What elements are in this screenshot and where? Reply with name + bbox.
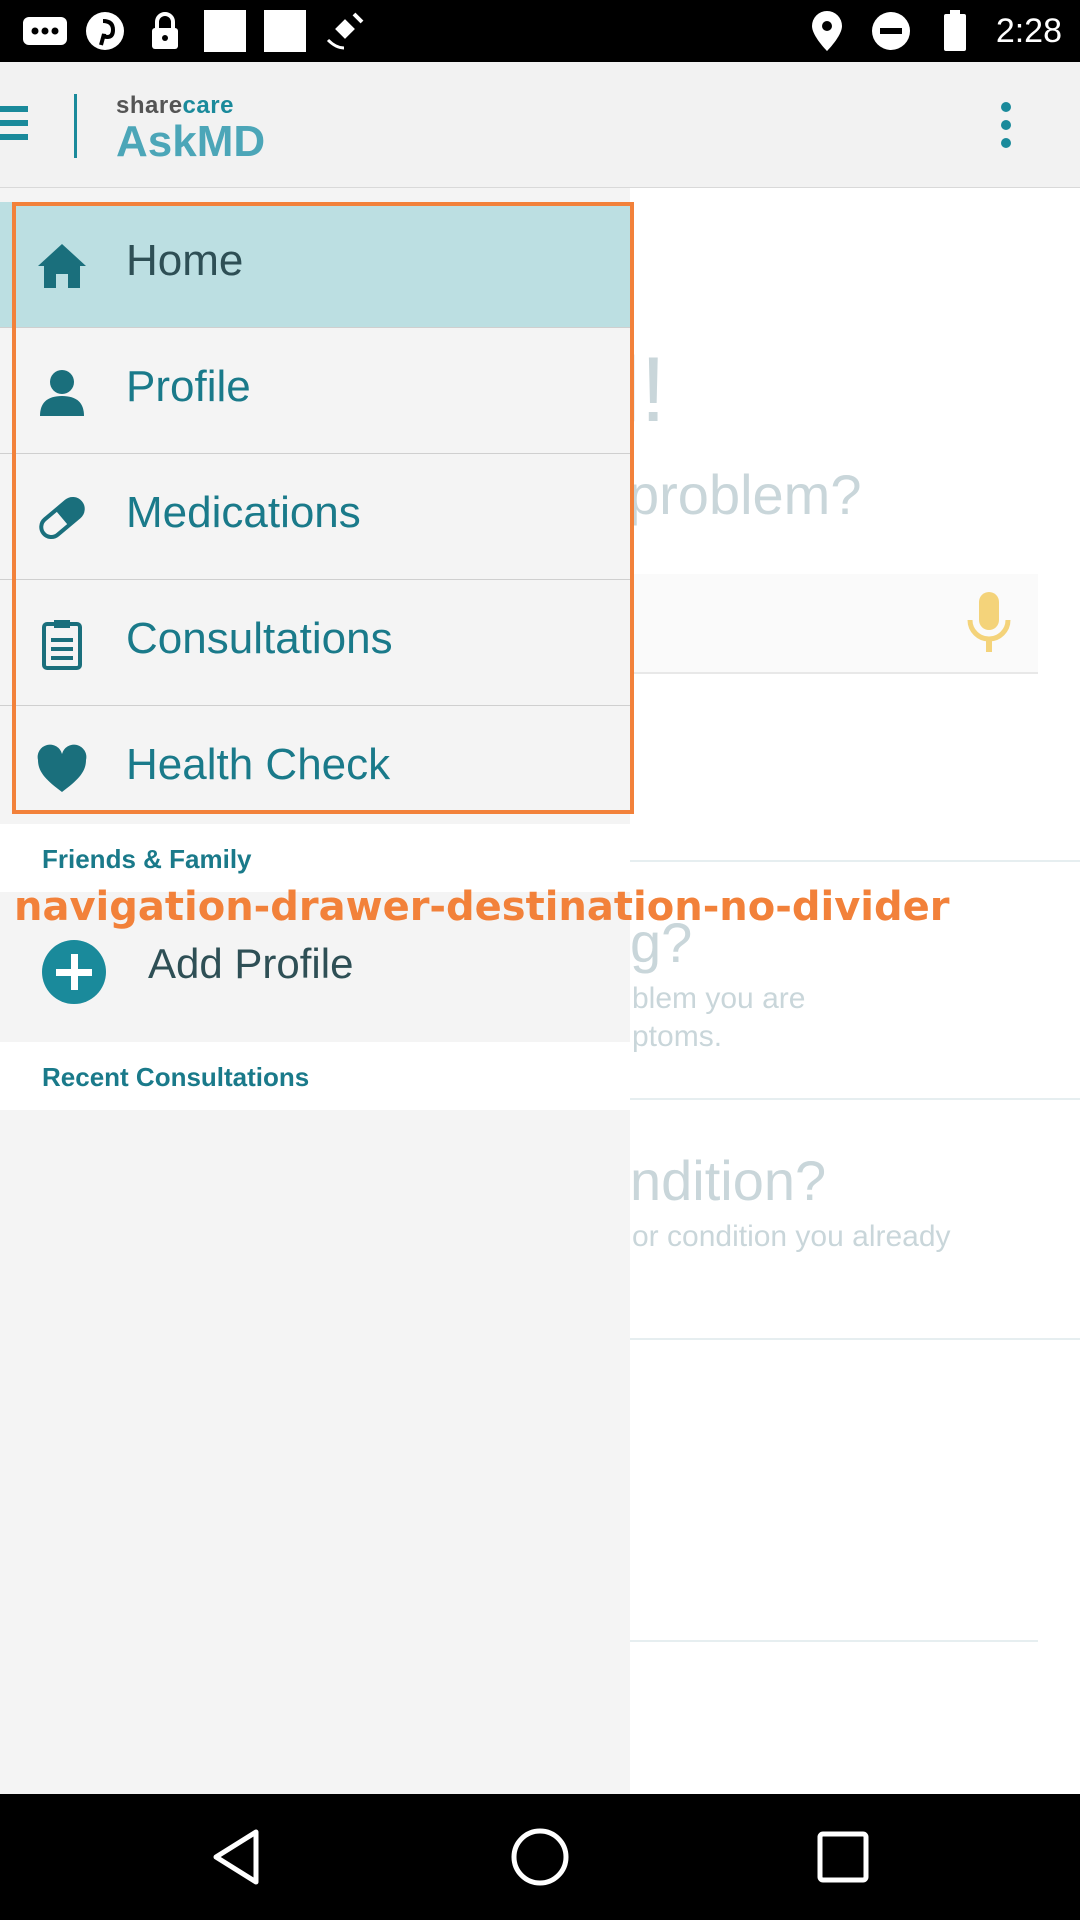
background-divider bbox=[630, 860, 1080, 862]
more-options-icon[interactable] bbox=[998, 102, 1014, 154]
logo-prefix: share bbox=[116, 92, 183, 119]
background-divider bbox=[630, 1098, 1080, 1100]
logo-suffix: care bbox=[182, 92, 234, 119]
background-question: problem? bbox=[628, 463, 862, 526]
square-icon bbox=[202, 8, 248, 54]
status-bar: 2:28 bbox=[0, 0, 1080, 62]
pinterest-icon bbox=[82, 8, 128, 54]
location-icon bbox=[804, 8, 850, 54]
square-icon bbox=[262, 8, 308, 54]
background-text-2: blem you are bbox=[632, 982, 806, 1015]
home-button-icon[interactable] bbox=[507, 1824, 573, 1890]
background-text-4: ndition? bbox=[630, 1149, 827, 1212]
section-header-friends-family: Friends & Family bbox=[0, 824, 630, 892]
more-icon bbox=[22, 8, 68, 54]
background-divider bbox=[630, 1338, 1080, 1340]
clock: 2:28 bbox=[995, 11, 1062, 50]
status-icons-right: 2:28 bbox=[804, 8, 1062, 54]
app-bar: sharecare AskMD bbox=[0, 62, 1080, 188]
logo-wordmark: sharecare bbox=[116, 92, 265, 120]
background-text-3: ptoms. bbox=[632, 1020, 723, 1053]
menu-icon[interactable] bbox=[0, 106, 28, 146]
lock-icon bbox=[142, 8, 188, 54]
add-icon bbox=[42, 940, 106, 1004]
do-not-disturb-icon bbox=[868, 8, 914, 54]
recents-icon[interactable] bbox=[810, 1824, 876, 1890]
section-header-recent-consultations: Recent Consultations bbox=[0, 1042, 630, 1110]
sharecare-askmd-logo: sharecare AskMD bbox=[116, 92, 265, 164]
background-text-5: or condition you already bbox=[632, 1220, 951, 1253]
app-bar-divider bbox=[74, 94, 77, 158]
status-icons-left bbox=[22, 8, 368, 54]
battery-icon bbox=[932, 8, 978, 54]
system-navigation-bar bbox=[0, 1794, 1080, 1920]
section-header-label: Friends & Family bbox=[42, 844, 252, 874]
annotation-label: navigation-drawer-destination-no-divider bbox=[14, 884, 950, 930]
microphone-icon bbox=[967, 592, 1011, 652]
annotation-highlight-box bbox=[12, 202, 634, 814]
section-header-label: Recent Consultations bbox=[42, 1062, 310, 1092]
add-profile-label: Add Profile bbox=[148, 940, 354, 987]
back-icon[interactable] bbox=[204, 1824, 270, 1890]
satellite-icon bbox=[322, 8, 368, 54]
background-divider bbox=[630, 1640, 1038, 1642]
logo-main: AskMD bbox=[116, 117, 266, 166]
